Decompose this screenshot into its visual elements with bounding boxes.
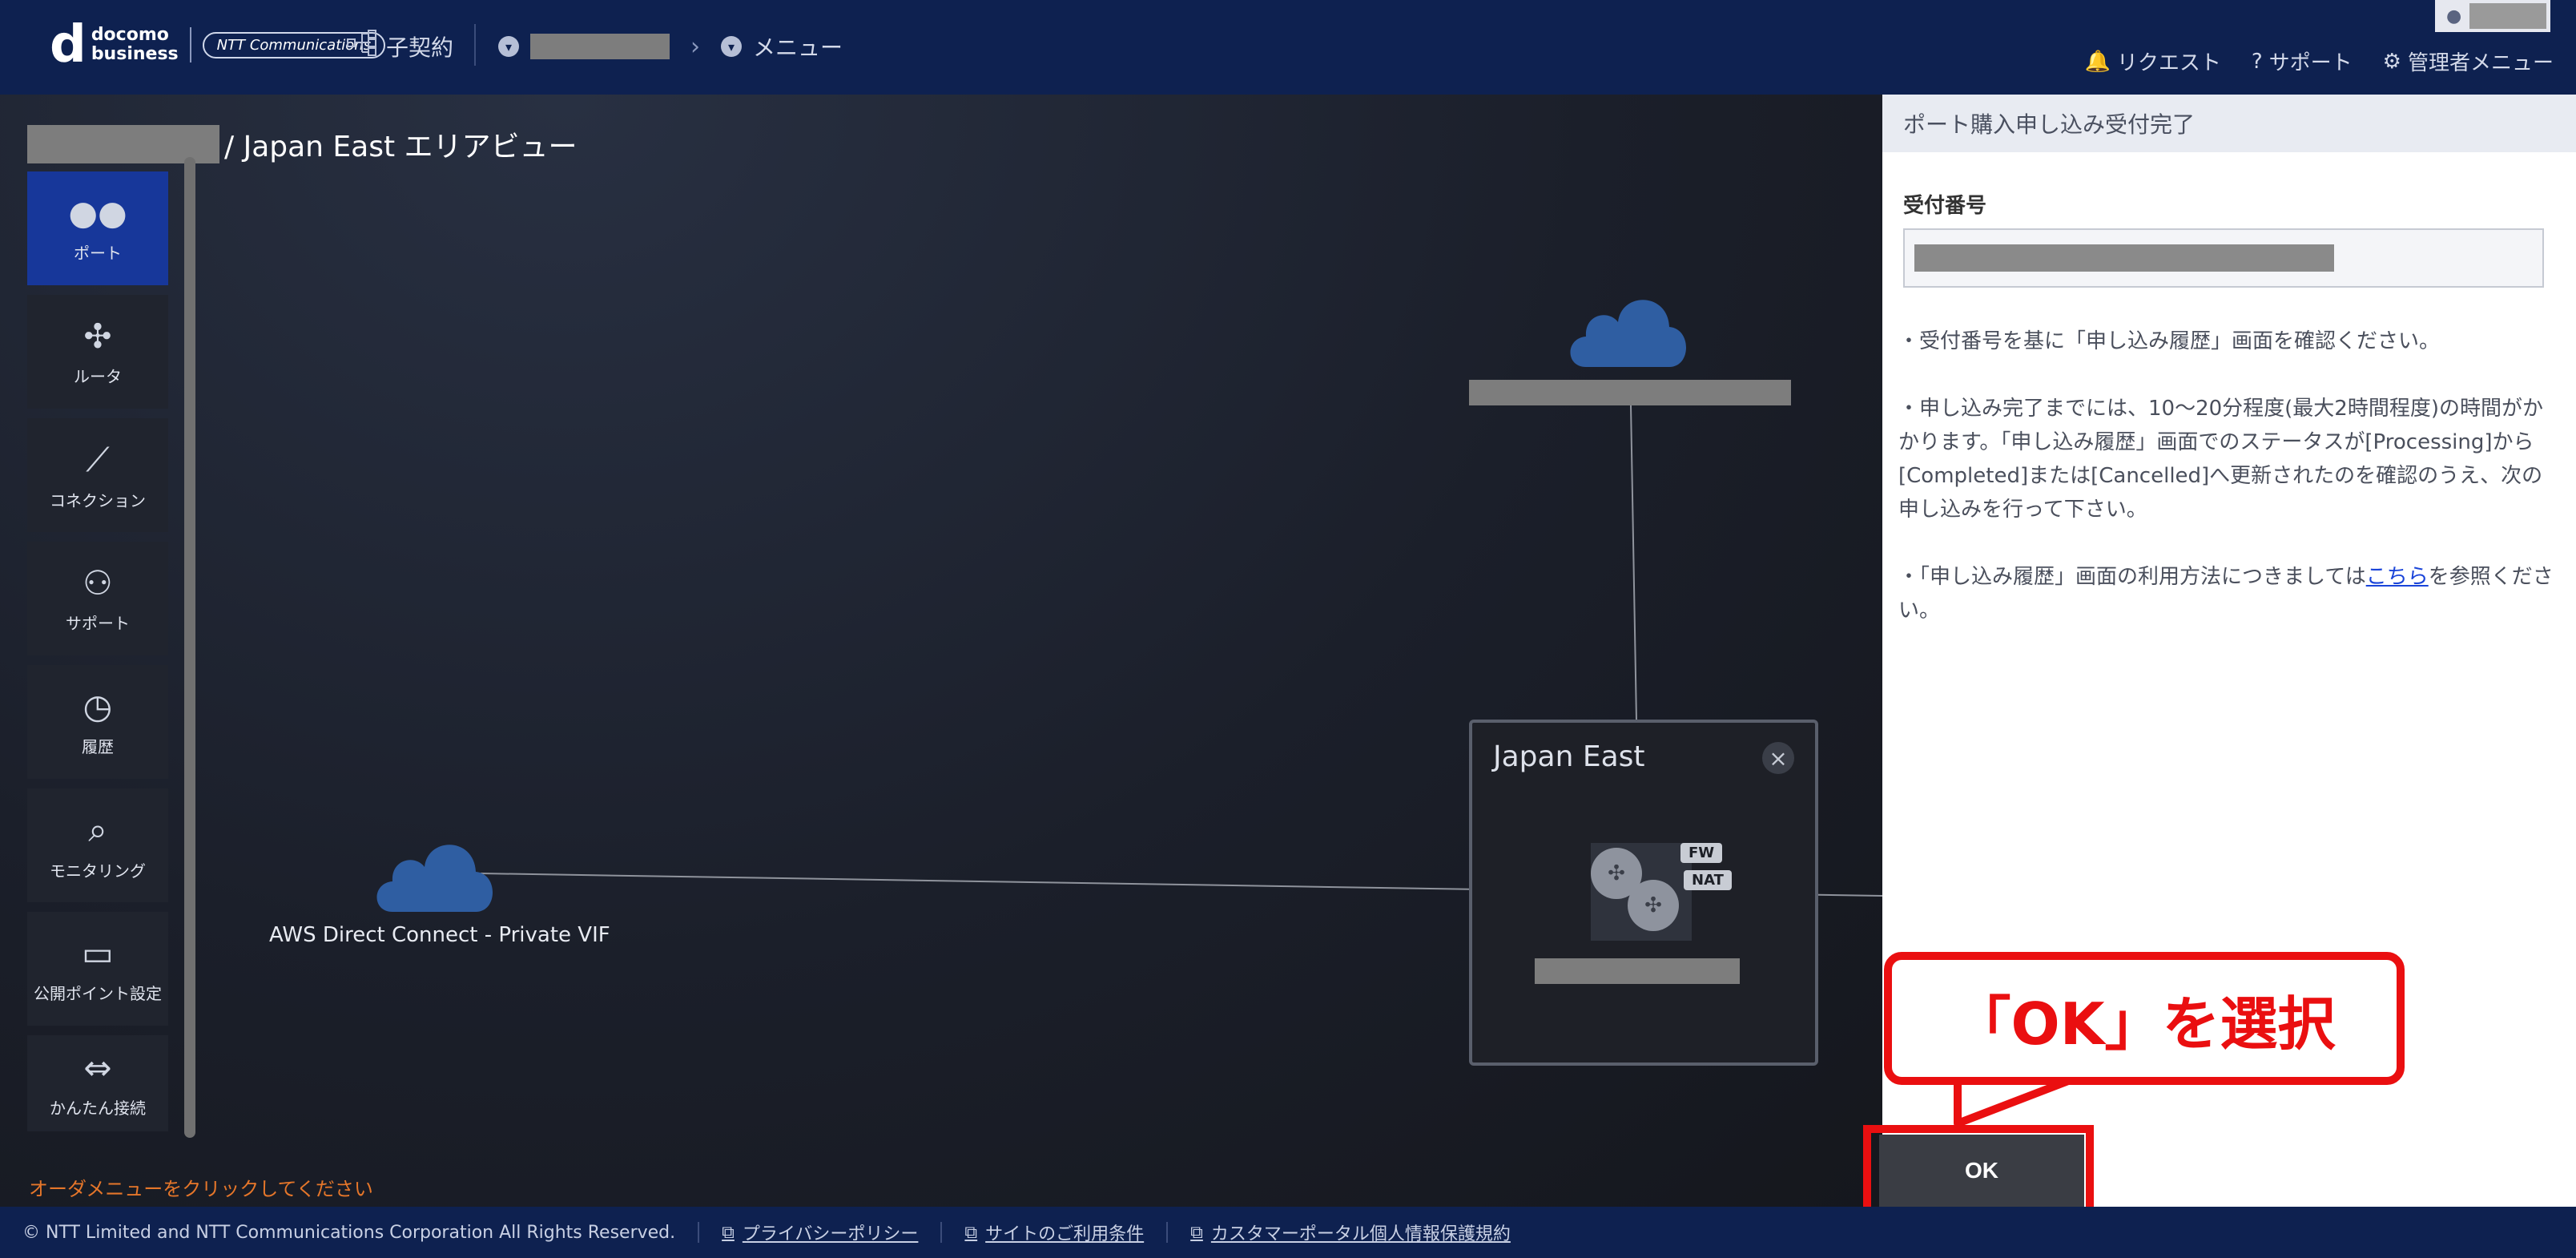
footer-divider: [698, 1222, 700, 1243]
chevron-right-icon: ›: [690, 32, 700, 61]
copyright: © NTT Limited and NTT Communications Cor…: [22, 1222, 676, 1243]
gear-icon: ⚙: [2382, 49, 2401, 74]
receipt-number-field[interactable]: [1903, 228, 2544, 288]
privacy-policy-link[interactable]: ⧉ プライバシーポリシー: [722, 1220, 918, 1245]
aws-cloud-icon[interactable]: [368, 832, 500, 918]
external-link-icon: ⧉: [722, 1222, 735, 1243]
close-icon[interactable]: ×: [1762, 742, 1794, 774]
nat-badge: NAT: [1684, 870, 1732, 890]
header-links: 🔔 リクエスト ? サポート ⚙ 管理者メニュー: [2084, 46, 2554, 76]
here-link[interactable]: こちら: [2366, 565, 2429, 589]
region-box-japan-east[interactable]: Japan East × ✣ ✣ FW NAT: [1469, 720, 1818, 1066]
breadcrumb: ▾ › ▾ メニュー: [498, 30, 843, 62]
logo-mark: d: [50, 15, 87, 75]
logo-divider: [189, 27, 191, 62]
logo-text: docomo business: [91, 25, 179, 64]
footer-divider: [940, 1222, 943, 1243]
note-processing-time: ・申し込み完了までには、10～20分程度(最大2時間程度)の時間がかかります。「…: [1898, 397, 2543, 522]
cloud-icon[interactable]: [1562, 287, 1693, 373]
footer: © NTT Limited and NTT Communications Cor…: [0, 1207, 2576, 1258]
note-history-check: ・受付番号を基に「申し込み履歴」画面を確認ください。: [1898, 329, 2441, 353]
redacted-user-name: [2469, 3, 2547, 29]
support-link[interactable]: ? サポート: [2252, 46, 2353, 76]
instruction-callout: 「OK」を選択: [1884, 952, 2405, 1085]
note-usage: ・「申し込み履歴」画面の利用方法につきましてはこちらを参照ください。: [1898, 565, 2554, 623]
redacted-cloud-name: [1469, 380, 1791, 405]
receipt-number-label: 受付番号: [1903, 194, 1987, 218]
chevron-down-icon[interactable]: ▾: [721, 36, 742, 57]
privacy-terms-link[interactable]: ⧉ カスタマーポータル個人情報保護規約: [1190, 1220, 1511, 1245]
help-circle-icon: ?: [2251, 49, 2263, 74]
user-icon: ●: [2446, 6, 2462, 26]
sub-contract-label: 子契約: [386, 34, 454, 61]
docomo-business-logo[interactable]: d docomo business NTT Communications: [50, 15, 386, 75]
router-node[interactable]: ✣ ✣: [1591, 843, 1692, 941]
panel-title: ポート購入申し込み受付完了: [1882, 95, 2576, 152]
request-link[interactable]: 🔔 リクエスト: [2084, 46, 2220, 76]
user-account-button[interactable]: ●: [2435, 0, 2550, 32]
header-divider: [474, 24, 476, 66]
router-icon: ✣: [1628, 880, 1679, 931]
external-link-icon: ⧉: [964, 1222, 978, 1243]
ok-highlight-frame: [1863, 1125, 2094, 1218]
redacted-contract-name[interactable]: [530, 34, 670, 59]
fw-badge: FW: [1680, 843, 1723, 863]
admin-menu-link[interactable]: ⚙ 管理者メニュー: [2383, 46, 2554, 76]
redacted-router-name: [1535, 958, 1740, 984]
menu-dropdown[interactable]: メニュー: [753, 30, 843, 62]
bell-icon: 🔔: [2084, 49, 2111, 74]
sub-contract-link[interactable]: 子契約: [346, 29, 453, 63]
area-view-canvas[interactable]: / Japan East エリアビュー ●● ポート ✣ ルータ ⟋ コネクショ…: [0, 95, 1882, 1207]
hierarchy-icon: [346, 29, 378, 63]
aws-connection-label: AWS Direct Connect - Private VIF: [269, 923, 610, 947]
top-header: d docomo business NTT Communications 子契約…: [0, 0, 2576, 95]
terms-of-use-link[interactable]: ⧉ サイトのご利用条件: [964, 1220, 1144, 1245]
region-name: Japan East: [1493, 740, 1645, 773]
chevron-down-icon[interactable]: ▾: [498, 36, 519, 57]
footer-divider: [1166, 1222, 1169, 1243]
external-link-icon: ⧉: [1190, 1222, 1203, 1243]
notes: ・受付番号を基に「申し込み履歴」画面を確認ください。 ・申し込み完了までには、1…: [1898, 325, 2555, 627]
redacted-receipt-number: [1914, 244, 2334, 272]
